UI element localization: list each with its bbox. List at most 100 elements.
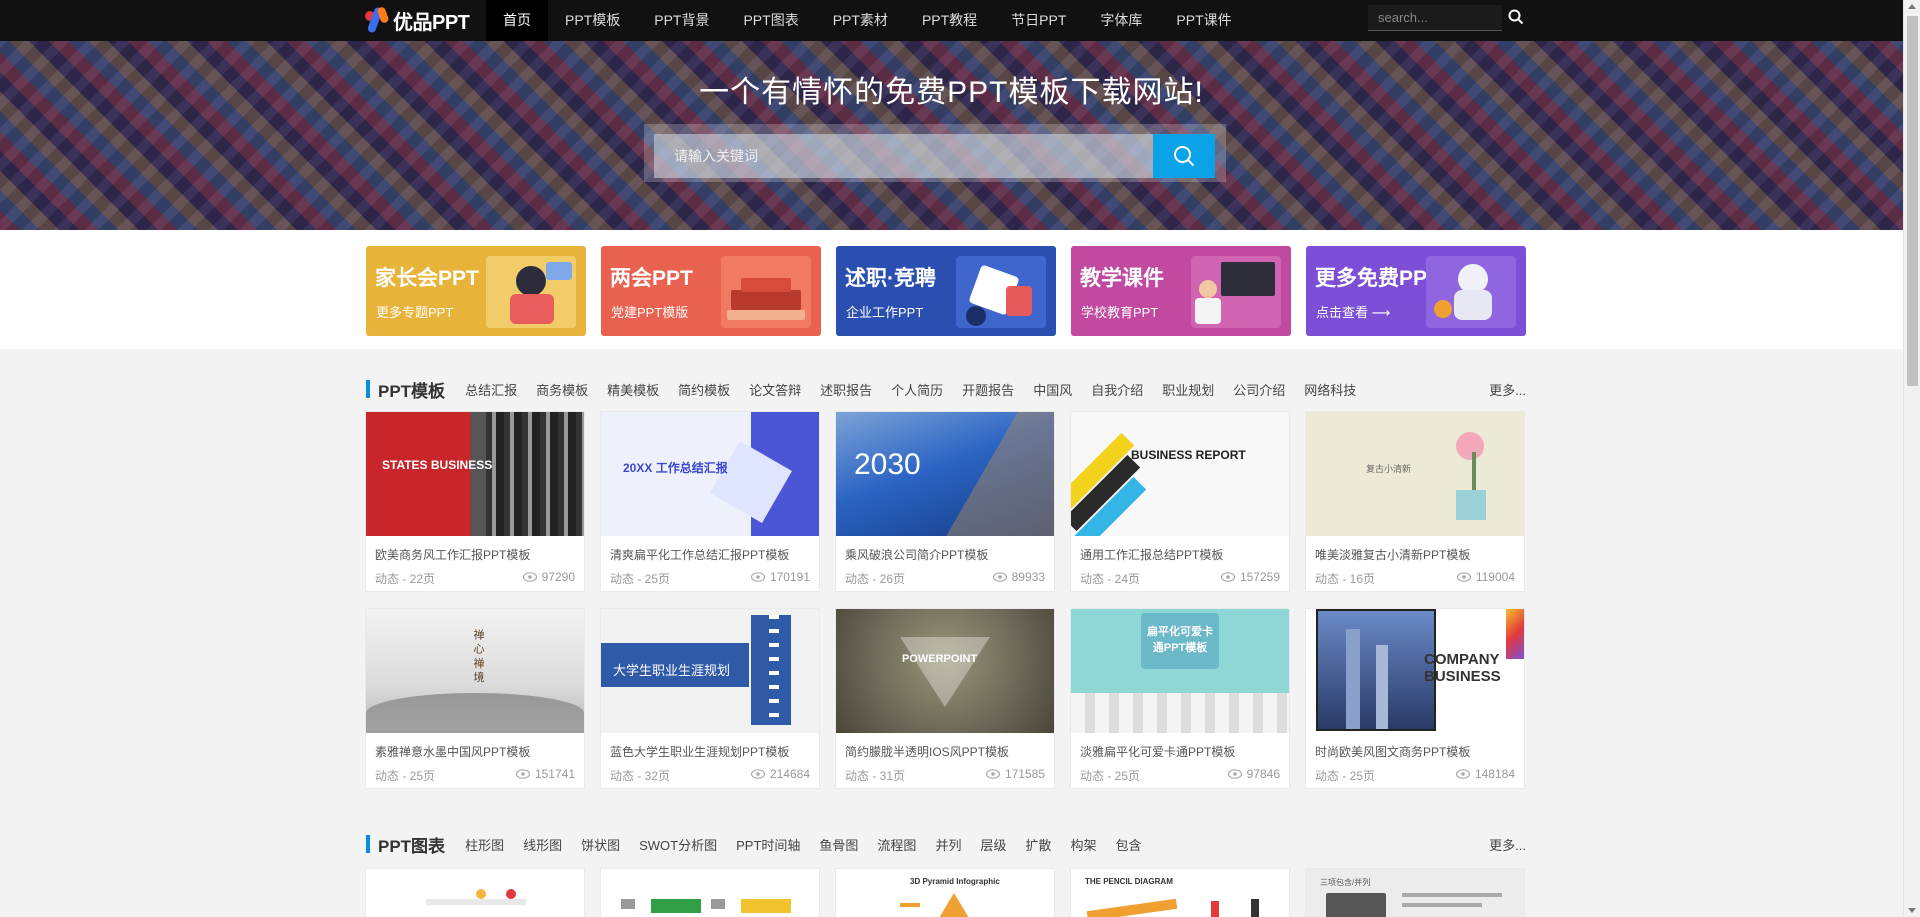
template-thumbnail[interactable]: 大学生职业生涯规划 bbox=[601, 609, 819, 733]
nav-item-holiday-ppt[interactable]: 节日PPT bbox=[994, 0, 1083, 41]
template-thumbnail[interactable]: STATES BUSINESS bbox=[366, 412, 584, 536]
template-thumbnail[interactable]: BUSINESS REPORT bbox=[1071, 412, 1289, 536]
template-card[interactable]: COMPANY BUSINESS 时尚欧美风图文商务PPT模板 动态 - 25页… bbox=[1305, 608, 1525, 789]
tag-tech[interactable]: 网络科技 bbox=[1304, 380, 1356, 399]
tag-opening-report[interactable]: 开题报告 bbox=[962, 380, 1014, 399]
tag-timeline[interactable]: PPT时间轴 bbox=[736, 835, 800, 854]
tag-pie-chart[interactable]: 饼状图 bbox=[581, 835, 620, 854]
template-thumbnail[interactable]: 禅 心 禅 境 bbox=[366, 609, 584, 733]
section-accent-bar bbox=[366, 835, 370, 853]
tag-inclusion[interactable]: 包含 bbox=[1116, 835, 1142, 854]
template-card[interactable]: 大学生职业生涯规划 蓝色大学生职业生涯规划PPT模板 动态 - 32页 2146… bbox=[600, 608, 820, 789]
view-count: 97846 bbox=[1227, 767, 1280, 781]
nav-item-ppt-courseware[interactable]: PPT课件 bbox=[1159, 0, 1248, 41]
tag-fishbone[interactable]: 鱼骨图 bbox=[819, 835, 858, 854]
template-card[interactable]: POWERPOINT 简约朦胧半透明IOS风PPT模板 动态 - 31页 171… bbox=[835, 608, 1055, 789]
tag-chinese-style[interactable]: 中国风 bbox=[1033, 380, 1072, 399]
tag-flowchart[interactable]: 流程图 bbox=[877, 835, 916, 854]
chart-card[interactable] bbox=[365, 868, 585, 917]
template-name[interactable]: 蓝色大学生职业生涯规划PPT模板 bbox=[610, 743, 789, 760]
nav-item-home[interactable]: 首页 bbox=[486, 0, 548, 41]
template-card[interactable]: 扁平化可爱卡通PPT模板 淡雅扁平化可爱卡通PPT模板 动态 - 25页 978… bbox=[1070, 608, 1290, 789]
tag-simple[interactable]: 简约模板 bbox=[678, 380, 730, 399]
tag-company-intro[interactable]: 公司介绍 bbox=[1233, 380, 1285, 399]
template-name[interactable]: 素雅禅意水墨中国风PPT模板 bbox=[375, 743, 530, 760]
template-meta: 动态 - 25页 bbox=[610, 572, 671, 586]
tag-parallel[interactable]: 并列 bbox=[935, 835, 961, 854]
tag-job-report[interactable]: 述职报告 bbox=[820, 380, 872, 399]
template-name[interactable]: 淡雅扁平化可爱卡通PPT模板 bbox=[1080, 743, 1235, 760]
feature-parent-meeting[interactable]: 家长会PPT 更多专题PPT bbox=[366, 246, 586, 336]
template-name[interactable]: 时尚欧美风图文商务PPT模板 bbox=[1315, 743, 1470, 760]
tag-line-chart[interactable]: 线形图 bbox=[523, 835, 562, 854]
feature-teaching-courseware[interactable]: 教学课件 学校教育PPT bbox=[1071, 246, 1291, 336]
search-icon[interactable] bbox=[1508, 9, 1524, 25]
top-search-input[interactable] bbox=[1368, 5, 1502, 31]
template-card[interactable]: STATES BUSINESS 欧美商务风工作汇报PPT模板 动态 - 22页 … bbox=[365, 411, 585, 592]
template-thumbnail[interactable]: 扁平化可爱卡通PPT模板 bbox=[1071, 609, 1289, 733]
eye-icon bbox=[1220, 572, 1235, 582]
chart-card[interactable] bbox=[600, 868, 820, 917]
tag-diffusion[interactable]: 扩散 bbox=[1025, 835, 1051, 854]
scroll-down-arrow-icon[interactable] bbox=[1908, 908, 1916, 913]
more-link[interactable]: 更多... bbox=[1489, 380, 1526, 399]
scroll-thumb[interactable] bbox=[1907, 16, 1918, 386]
tag-hierarchy[interactable]: 层级 bbox=[980, 835, 1006, 854]
tag-architecture[interactable]: 构架 bbox=[1070, 835, 1096, 854]
template-thumbnail[interactable]: COMPANY BUSINESS bbox=[1306, 609, 1524, 733]
page-scrollbar[interactable] bbox=[1903, 0, 1920, 917]
feature-more-free-ppt[interactable]: 更多免费PPT 点击查看 ⟶ bbox=[1306, 246, 1526, 336]
nav-item-ppt-tutorials[interactable]: PPT教程 bbox=[905, 0, 994, 41]
nav-item-fonts[interactable]: 字体库 bbox=[1083, 0, 1159, 41]
template-card[interactable]: 2030 乘风破浪公司简介PPT模板 动态 - 26页 89933 bbox=[835, 411, 1055, 592]
eye-icon bbox=[1455, 769, 1470, 779]
chart-card[interactable]: THE PENCIL DIAGRAM bbox=[1070, 868, 1290, 917]
template-name[interactable]: 欧美商务风工作汇报PPT模板 bbox=[375, 546, 530, 563]
template-thumbnail[interactable]: 复古小清新 bbox=[1306, 412, 1524, 536]
template-card[interactable]: 禅 心 禅 境 素雅禅意水墨中国风PPT模板 动态 - 25页 151741 bbox=[365, 608, 585, 789]
logo-icon bbox=[365, 5, 390, 35]
nav-item-ppt-charts[interactable]: PPT图表 bbox=[726, 0, 815, 41]
template-thumbnail[interactable]: 20XX 工作总结汇报 bbox=[601, 412, 819, 536]
view-count-value: 119004 bbox=[1475, 570, 1515, 584]
template-thumbnail[interactable]: POWERPOINT bbox=[836, 609, 1054, 733]
feature-job-report[interactable]: 述职·竞聘 企业工作PPT bbox=[836, 246, 1056, 336]
template-name[interactable]: 清爽扁平化工作总结汇报PPT模板 bbox=[610, 546, 789, 563]
nav-item-ppt-backgrounds[interactable]: PPT背景 bbox=[637, 0, 726, 41]
view-count: 171585 bbox=[985, 767, 1045, 781]
nav-item-ppt-materials[interactable]: PPT素材 bbox=[816, 0, 905, 41]
template-thumbnail[interactable]: 2030 bbox=[836, 412, 1054, 536]
tag-business[interactable]: 商务模板 bbox=[536, 380, 588, 399]
tag-resume[interactable]: 个人简历 bbox=[891, 380, 943, 399]
thumbnail-text: 扁平化可爱卡通PPT模板 bbox=[1147, 626, 1213, 654]
more-link[interactable]: 更多... bbox=[1489, 835, 1526, 854]
template-name[interactable]: 乘风破浪公司简介PPT模板 bbox=[845, 546, 988, 563]
template-name[interactable]: 通用工作汇报总结PPT模板 bbox=[1080, 546, 1223, 563]
template-name[interactable]: 唯美淡雅复古小清新PPT模板 bbox=[1315, 546, 1470, 563]
feature-two-sessions[interactable]: 两会PPT 党建PPT模版 bbox=[601, 246, 821, 336]
tag-career-plan[interactable]: 职业规划 bbox=[1162, 380, 1214, 399]
template-name[interactable]: 简约朦胧半透明IOS风PPT模板 bbox=[845, 743, 1009, 760]
tag-exquisite[interactable]: 精美模板 bbox=[607, 380, 659, 399]
tag-thesis-defense[interactable]: 论文答辩 bbox=[749, 380, 801, 399]
hero-search bbox=[644, 124, 1226, 182]
template-card[interactable]: 20XX 工作总结汇报 清爽扁平化工作总结汇报PPT模板 动态 - 25页 17… bbox=[600, 411, 820, 592]
tag-self-intro[interactable]: 自我介绍 bbox=[1091, 380, 1143, 399]
eye-icon bbox=[985, 769, 1000, 779]
view-count: 214684 bbox=[750, 767, 810, 781]
site-logo[interactable]: 优品PPT bbox=[365, 3, 470, 37]
nav-item-ppt-templates[interactable]: PPT模板 bbox=[548, 0, 637, 41]
hero-search-button[interactable] bbox=[1153, 134, 1215, 178]
view-count: 157259 bbox=[1220, 570, 1280, 584]
tag-summary-report[interactable]: 总结汇报 bbox=[465, 380, 517, 399]
section-title: PPT图表 bbox=[378, 836, 446, 856]
scroll-up-arrow-icon[interactable] bbox=[1908, 4, 1916, 9]
hero-search-input[interactable] bbox=[654, 134, 1155, 178]
feature-banners: 家长会PPT 更多专题PPT 两会PPT 党建PPT模版 述职·竞聘 企业工作P… bbox=[0, 230, 1903, 349]
chart-card[interactable]: 三项包含/并列 bbox=[1305, 868, 1525, 917]
tag-bar-chart[interactable]: 柱形图 bbox=[465, 835, 504, 854]
template-card[interactable]: 复古小清新 唯美淡雅复古小清新PPT模板 动态 - 16页 119004 bbox=[1305, 411, 1525, 592]
chart-card[interactable]: 3D Pyramid Infographic bbox=[835, 868, 1055, 917]
template-card[interactable]: BUSINESS REPORT 通用工作汇报总结PPT模板 动态 - 24页 1… bbox=[1070, 411, 1290, 592]
tag-swot[interactable]: SWOT分析图 bbox=[639, 835, 717, 854]
